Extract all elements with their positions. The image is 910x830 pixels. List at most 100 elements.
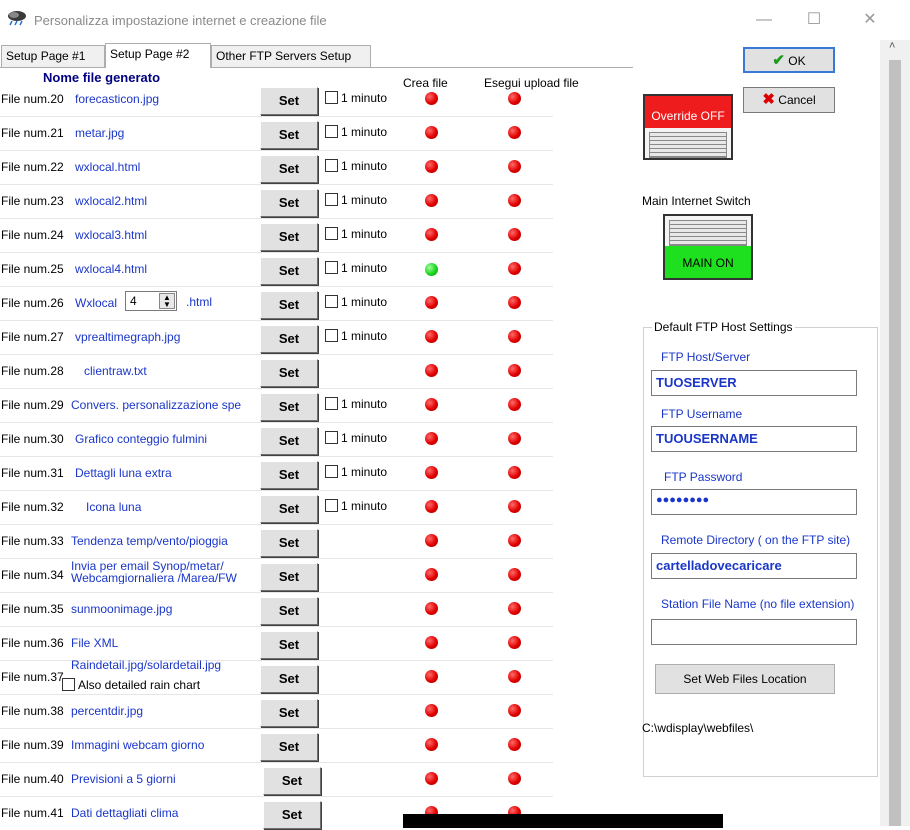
crea-status-led: [425, 263, 438, 276]
minimize-button[interactable]: —: [744, 8, 784, 32]
one-minute-checkbox[interactable]: 1 minuto: [325, 499, 387, 513]
set-button[interactable]: Set: [260, 699, 318, 727]
upload-status-led: [508, 126, 521, 139]
upload-status-led: [508, 398, 521, 411]
crea-status-led: [425, 432, 438, 445]
cancel-button[interactable]: ✖ Cancel: [743, 87, 835, 113]
set-button[interactable]: Set: [260, 733, 318, 761]
window-title: Personalizza impostazione internet e cre…: [34, 13, 327, 28]
remote-dir-label: Remote Directory ( on the FTP site): [661, 533, 851, 547]
host-input[interactable]: TUOSERVER: [651, 370, 857, 396]
main-internet-switch[interactable]: MAIN ON: [663, 214, 753, 280]
set-button[interactable]: Set: [260, 529, 318, 557]
vertical-scrollbar[interactable]: ˄: [880, 40, 910, 826]
crea-status-led: [425, 738, 438, 751]
file-row: File num.26 Wxlocal 4 ▲ ▼ .html Set 1 minuto: [0, 286, 633, 320]
set-button[interactable]: Set: [260, 563, 318, 591]
file-row: File num.22 wxlocal.html Set 1 minuto: [0, 150, 633, 184]
switch-stripes: [649, 132, 727, 158]
file-row: File num.29 Convers. personalizzazione sp…: [0, 388, 633, 422]
one-minute-checkbox[interactable]: 1 minuto: [325, 431, 387, 445]
one-minute-checkbox[interactable]: 1 minuto: [325, 295, 387, 309]
set-button[interactable]: Set: [260, 87, 318, 115]
station-file-input[interactable]: [651, 619, 857, 645]
set-button[interactable]: Set: [260, 325, 318, 353]
set-button[interactable]: Set: [260, 597, 318, 625]
tab-other-ftp-servers[interactable]: Other FTP Servers Setup: [211, 45, 371, 67]
row-separator: [0, 116, 553, 117]
set-button[interactable]: Set: [260, 189, 318, 217]
station-file-label: Station File Name (no file extension): [661, 597, 855, 611]
file-number-label: File num.33: [1, 534, 64, 548]
set-button[interactable]: Set: [263, 767, 321, 795]
set-button[interactable]: Set: [260, 291, 318, 319]
tab-setup-page-2[interactable]: Setup Page #2: [105, 43, 211, 68]
upload-status-led: [508, 466, 521, 479]
one-minute-checkbox[interactable]: 1 minuto: [325, 329, 387, 343]
set-button[interactable]: Set: [260, 257, 318, 285]
file-name: Dati dettagliati clima: [71, 806, 179, 820]
crea-status-led: [425, 670, 438, 683]
set-button[interactable]: Set: [260, 359, 318, 387]
set-web-files-location-button[interactable]: Set Web Files Location: [655, 664, 835, 694]
file-number-label: File num.26: [1, 296, 64, 310]
one-minute-checkbox[interactable]: 1 minuto: [325, 91, 387, 105]
row-separator: [0, 320, 553, 321]
spinner-arrows-icon[interactable]: ▲ ▼: [159, 293, 175, 309]
upload-status-led: [508, 262, 521, 275]
detailed-rain-checkbox[interactable]: Also detailed rain chart: [62, 678, 200, 692]
one-minute-checkbox[interactable]: 1 minuto: [325, 397, 387, 411]
remote-dir-input[interactable]: cartelladovecaricare: [651, 553, 857, 579]
ftp-settings-group: Default FTP Host Settings FTP Host/Serve…: [642, 320, 878, 777]
set-button[interactable]: Set: [260, 427, 318, 455]
file-row: File num.38 percentdir.jpg Set: [0, 694, 633, 728]
scroll-up-arrow-icon[interactable]: ˄: [889, 40, 895, 52]
checkbox-icon: [325, 465, 338, 478]
set-button[interactable]: Set: [260, 495, 318, 523]
one-minute-checkbox[interactable]: 1 minuto: [325, 261, 387, 275]
maximize-button[interactable]: ☐: [794, 8, 834, 32]
one-minute-checkbox[interactable]: 1 minuto: [325, 159, 387, 173]
file-number-label: File num.40: [1, 772, 64, 786]
file-index-spinner[interactable]: 4 ▲ ▼ .html: [125, 291, 212, 311]
set-button[interactable]: Set: [260, 393, 318, 421]
upload-status-led: [508, 500, 521, 513]
override-switch[interactable]: Override OFF: [643, 94, 733, 160]
row-separator: [0, 626, 553, 627]
set-button[interactable]: Set: [260, 155, 318, 183]
close-button[interactable]: ✕: [850, 8, 890, 32]
one-minute-checkbox[interactable]: 1 minuto: [325, 193, 387, 207]
file-number-label: File num.38: [1, 704, 64, 718]
one-minute-checkbox[interactable]: 1 minuto: [325, 465, 387, 479]
set-button[interactable]: Set: [260, 461, 318, 489]
set-button[interactable]: Set: [260, 121, 318, 149]
file-row: File num.28 clientraw.txt Set: [0, 354, 633, 388]
crea-status-led: [425, 296, 438, 309]
upload-status-led: [508, 194, 521, 207]
ftp-group-title: Default FTP Host Settings: [652, 320, 795, 334]
set-button[interactable]: Set: [263, 801, 321, 829]
crea-status-led: [425, 228, 438, 241]
file-number-label: File num.24: [1, 228, 64, 242]
password-input[interactable]: ●●●●●●●●: [651, 489, 857, 515]
upload-status-led: [508, 704, 521, 717]
one-minute-checkbox[interactable]: 1 minuto: [325, 227, 387, 241]
one-minute-checkbox[interactable]: 1 minuto: [325, 125, 387, 139]
crea-status-led: [425, 602, 438, 615]
file-name: wxlocal3.html: [75, 228, 148, 242]
username-label: FTP Username: [661, 407, 743, 421]
file-name: wxlocal4.html: [75, 262, 148, 276]
tab-setup-page-1[interactable]: Setup Page #1: [1, 45, 105, 67]
row-separator: [0, 218, 553, 219]
ok-button[interactable]: ✔ OK: [743, 47, 835, 73]
set-button[interactable]: Set: [260, 223, 318, 251]
file-number-label: File num.41: [1, 806, 64, 820]
set-button[interactable]: Set: [260, 665, 318, 693]
file-name: forecasticon.jpg: [75, 92, 160, 106]
file-number-label: File num.22: [1, 160, 64, 174]
username-input[interactable]: TUOUSERNAME: [651, 426, 857, 452]
row-separator: [0, 150, 553, 151]
scrollbar-thumb[interactable]: [889, 60, 901, 826]
set-button[interactable]: Set: [260, 631, 318, 659]
file-list-panel: Nome file generato Crea file Esegui uplo…: [0, 67, 633, 829]
